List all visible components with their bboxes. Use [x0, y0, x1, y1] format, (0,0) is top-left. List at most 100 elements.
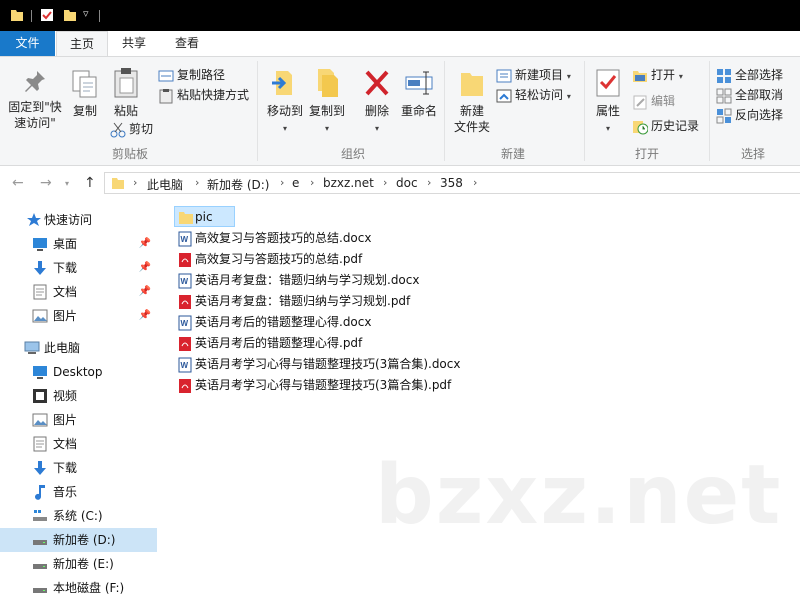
tab-home[interactable]: 主页 — [56, 31, 108, 57]
easy-access-label: 轻松访问 — [515, 88, 564, 102]
properties-icon[interactable] — [40, 8, 54, 22]
select-all-icon — [717, 68, 731, 83]
breadcrumb-item[interactable]: bzxz.net — [323, 176, 374, 190]
open-label: 打开 — [651, 68, 676, 82]
pdf-icon — [179, 295, 191, 309]
new-item-label: 新建项目 — [515, 68, 564, 82]
quick-access-dropdown-icon[interactable]: ▿ — [83, 7, 89, 20]
sidebar-item-drive-f[interactable]: 本地磁盘 (F:) — [0, 576, 157, 600]
paste-label: 粘贴 — [113, 104, 138, 118]
up-arrow-icon[interactable]: ↑ — [84, 175, 96, 191]
drive-icon — [33, 564, 47, 569]
sidebar-item-drive-c[interactable]: 系统 (C:) — [0, 504, 157, 528]
system-drive-icon — [33, 510, 47, 521]
folder-icon[interactable] — [10, 8, 24, 22]
sidebar-item-documents-pc[interactable]: 文档 — [0, 432, 157, 456]
delete-icon — [365, 70, 389, 96]
address-bar[interactable]: › 此电脑 › 新加卷 (D:) › e › bzxz.net › doc › … — [104, 172, 800, 194]
rename-button[interactable]: 重命名 — [398, 67, 440, 119]
sidebar-item-quick-access[interactable]: 快速访问 — [0, 208, 157, 232]
invert-selection-button[interactable]: 反向选择 — [716, 105, 783, 125]
pin-quick-access-button[interactable]: 固定到"快速访问" — [4, 69, 66, 131]
folder-icon — [112, 178, 124, 189]
new-group-label: 新建 — [500, 147, 525, 161]
sidebar-item-label: 下载 — [53, 461, 78, 475]
group-divider — [709, 61, 710, 161]
new-item-button[interactable]: 新建项目 ▾ — [496, 65, 571, 85]
cut-button[interactable]: 剪切 — [110, 119, 153, 139]
sidebar-item-drive-e[interactable]: 新加卷 (E:) — [0, 552, 157, 576]
sidebar-item-label: 下载 — [53, 261, 78, 275]
easy-access-button[interactable]: 轻松访问 ▾ — [496, 85, 571, 105]
sidebar-item-label: 系统 (C:) — [53, 509, 103, 523]
sidebar-item-drive-d[interactable]: 新加卷 (D:) — [0, 528, 157, 552]
tab-view[interactable]: 查看 — [163, 31, 211, 56]
copy-to-icon — [318, 69, 338, 97]
pdf-icon — [179, 379, 191, 393]
sidebar-item-downloads[interactable]: 下载 📌 — [0, 256, 157, 280]
sidebar-item-pictures[interactable]: 图片 📌 — [0, 304, 157, 328]
sidebar-item-downloads-pc[interactable]: 下载 — [0, 456, 157, 480]
sidebar-item-pictures-pc[interactable]: 图片 — [0, 408, 157, 432]
new-folder-icon[interactable] — [63, 8, 77, 22]
sidebar-item-label: 图片 — [53, 413, 78, 427]
paste-shortcut-button[interactable]: 粘贴快捷方式 — [158, 85, 249, 105]
paste-icon — [114, 68, 138, 98]
recent-locations-icon[interactable]: ▾ — [65, 179, 69, 188]
select-none-button[interactable]: 全部取消 — [716, 85, 783, 105]
copy-path-button[interactable]: 复制路径 — [158, 65, 225, 85]
move-to-label: 移动到 — [266, 104, 303, 118]
pin-icon[interactable]: 📌 — [139, 256, 151, 280]
move-to-button[interactable]: 移动到 ▾ — [264, 67, 306, 137]
breadcrumb-separator-icon: › — [473, 176, 478, 189]
breadcrumb-item[interactable]: 新加卷 (D:) — [207, 176, 269, 193]
file-row-folder[interactable]: pic — [174, 206, 235, 227]
copy-button[interactable]: 复制 — [70, 69, 100, 119]
open-button[interactable]: 打开 ▾ — [632, 65, 683, 85]
properties-dropdown-icon: ▾ — [605, 124, 610, 133]
properties-button[interactable]: 属性 ▾ — [590, 67, 626, 137]
sidebar-item-label: 文档 — [53, 437, 78, 451]
tab-file[interactable]: 文件 — [0, 31, 55, 56]
properties-label: 属性 — [595, 104, 620, 118]
pin-icon[interactable]: 📌 — [139, 232, 151, 256]
pin-icon[interactable]: 📌 — [139, 280, 151, 304]
breadcrumb-separator-icon: › — [280, 176, 285, 189]
word-document-icon: W — [178, 315, 192, 331]
delete-button[interactable]: 删除 ▾ — [360, 67, 394, 137]
back-arrow-icon[interactable]: ← — [12, 175, 24, 191]
sidebar-item-label: 新加卷 (E:) — [53, 557, 114, 571]
file-name: 英语月考学习心得与错题整理技巧(3篇合集).pdf — [195, 378, 452, 392]
picture-icon — [32, 413, 48, 427]
pdf-icon — [179, 253, 191, 267]
sidebar-item-videos[interactable]: 视频 — [0, 384, 157, 408]
group-divider — [257, 61, 258, 161]
sidebar-item-label: 图片 — [53, 309, 78, 323]
breadcrumb-item[interactable]: 358 — [440, 176, 463, 190]
new-folder-button[interactable]: 新建 文件夹 — [452, 69, 492, 135]
drive-icon — [33, 540, 47, 545]
video-icon — [33, 389, 47, 403]
breadcrumb-item[interactable]: e — [292, 176, 299, 190]
tab-share[interactable]: 共享 — [112, 31, 156, 56]
move-to-icon — [272, 71, 292, 95]
sidebar-item-this-pc[interactable]: 此电脑 — [0, 336, 157, 360]
paste-button[interactable]: 粘贴 — [110, 67, 142, 119]
svg-text:W: W — [181, 361, 189, 370]
forward-arrow-icon[interactable]: → — [40, 175, 52, 191]
copy-to-button[interactable]: 复制到 ▾ — [306, 67, 348, 137]
breadcrumb-item[interactable]: doc — [396, 176, 418, 190]
history-button[interactable]: 历史记录 — [632, 116, 699, 136]
edit-button[interactable]: 编辑 — [632, 91, 675, 111]
pin-icon[interactable]: 📌 — [139, 304, 151, 328]
sidebar-item-music[interactable]: 音乐 — [0, 480, 157, 504]
breadcrumb-item[interactable]: 此电脑 — [147, 176, 183, 193]
select-all-button[interactable]: 全部选择 — [716, 65, 783, 85]
sidebar-item-desktop[interactable]: 桌面 📌 — [0, 232, 157, 256]
navigation-pane: 快速访问 桌面 📌 下载 📌 文档 📌 图片 📌 此电脑 Desktop 视频 … — [0, 199, 157, 600]
sidebar-item-desktop-pc[interactable]: Desktop — [0, 360, 157, 384]
sidebar-item-documents[interactable]: 文档 📌 — [0, 280, 157, 304]
select-none-label: 全部取消 — [735, 88, 784, 102]
copy-to-dropdown-icon: ▾ — [324, 124, 329, 133]
invert-selection-icon — [716, 108, 732, 123]
